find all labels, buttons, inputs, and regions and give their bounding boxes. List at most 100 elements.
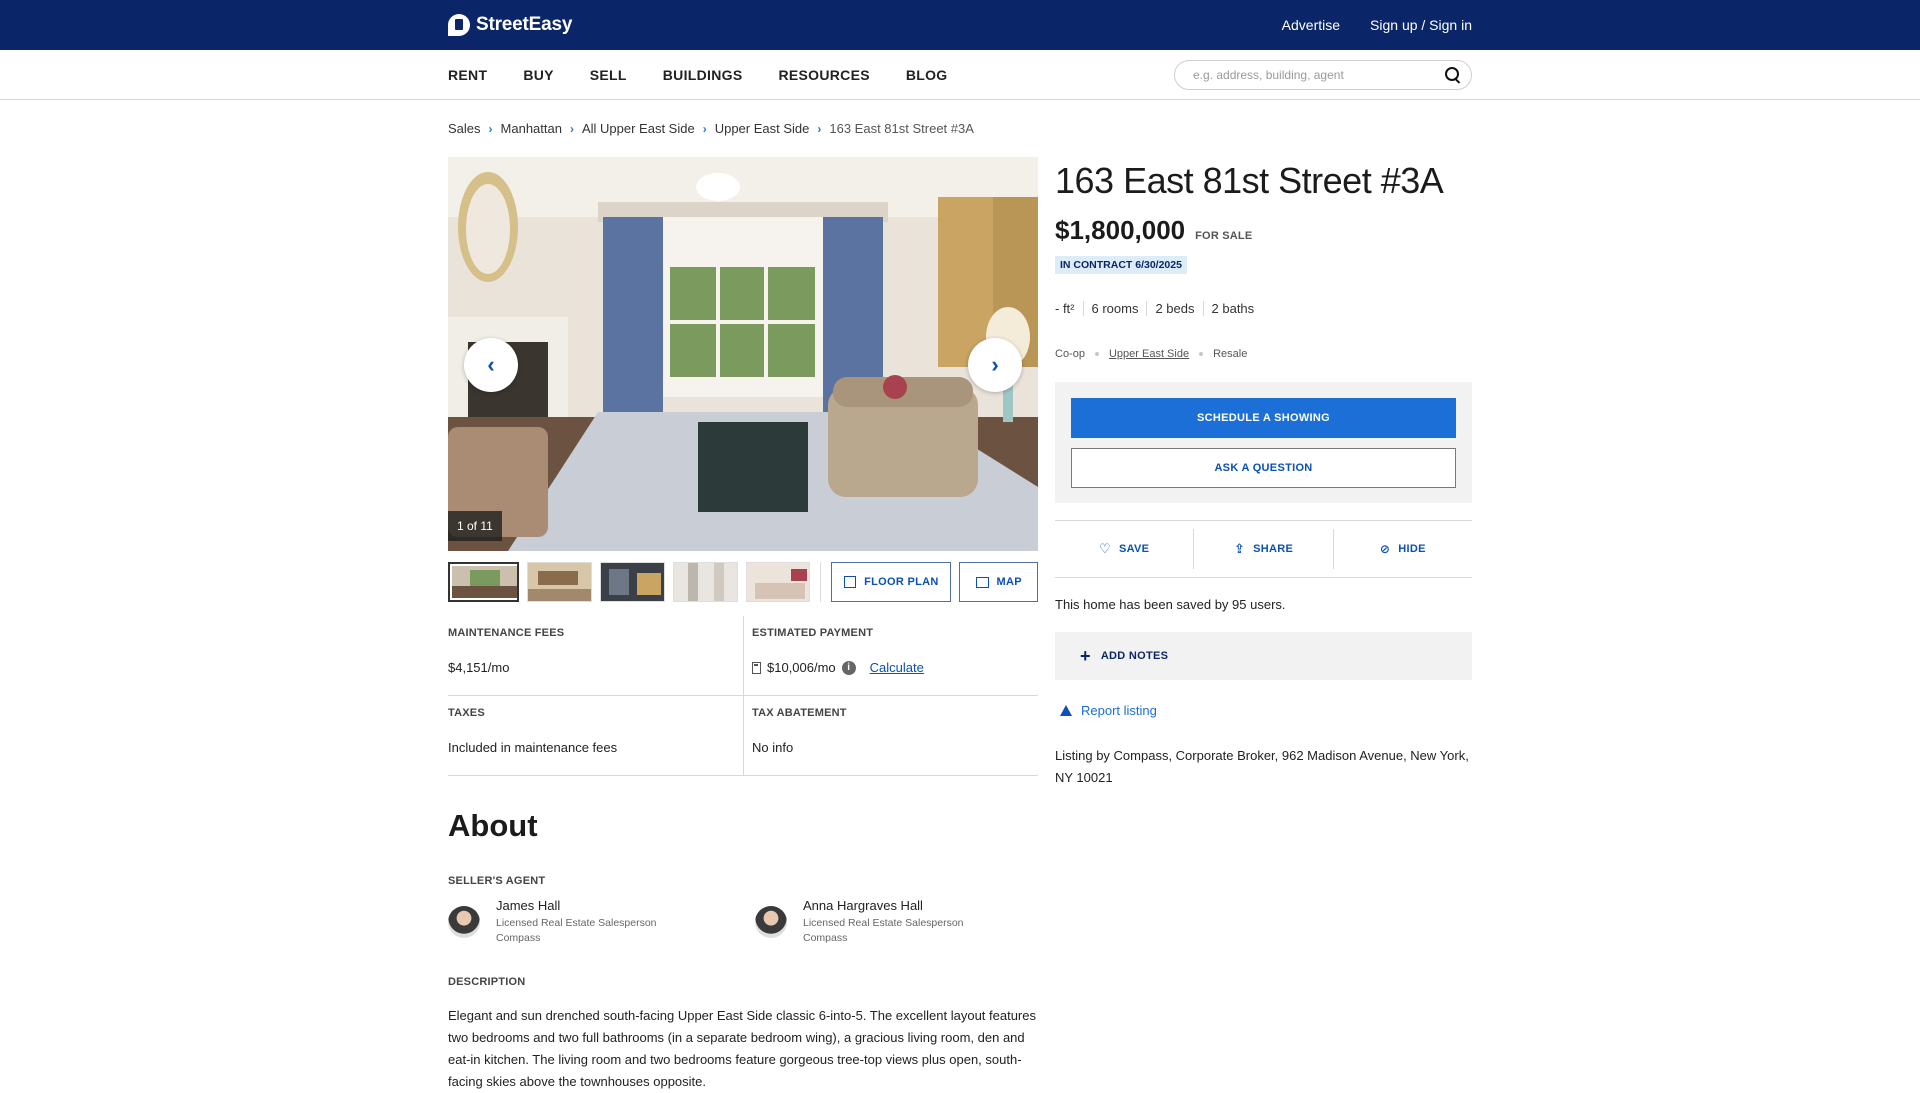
neighborhood-link[interactable]: Upper East Side xyxy=(1109,348,1189,360)
search-input[interactable] xyxy=(1193,68,1423,82)
hide-label: HIDE xyxy=(1398,543,1426,555)
add-notes-button[interactable]: + ADD NOTES xyxy=(1055,632,1472,680)
breadcrumb-current: 163 East 81st Street #3A xyxy=(829,121,974,136)
separator-dot xyxy=(1094,352,1099,356)
save-button[interactable]: ♡ SAVE xyxy=(1055,521,1193,577)
avatar xyxy=(448,906,480,938)
heart-icon: ♡ xyxy=(1099,541,1111,556)
listing-specs: - ft² 6 rooms 2 beds 2 baths xyxy=(1055,301,1472,316)
floor-plan-button[interactable]: FLOOR PLAN xyxy=(831,562,952,602)
sellers-agent-label: SELLER'S AGENT xyxy=(448,875,546,887)
taxes-value: Included in maintenance fees xyxy=(448,740,618,755)
estimated-payment-label: ESTIMATED PAYMENT xyxy=(752,627,874,639)
nav-blog[interactable]: BLOG xyxy=(906,67,948,83)
report-listing-link[interactable]: Report listing xyxy=(1055,703,1472,718)
status-badge: IN CONTRACT 6/30/2025 xyxy=(1055,256,1187,274)
description-label: DESCRIPTION xyxy=(448,976,526,988)
tax-abatement-value: No info xyxy=(752,740,794,755)
separator-dot xyxy=(1199,352,1204,356)
chevron-left-icon: ‹ xyxy=(487,352,495,377)
previous-photo-button[interactable]: ‹ xyxy=(464,338,518,392)
hide-button[interactable]: ⊘ HIDE xyxy=(1332,529,1472,569)
advertise-link[interactable]: Advertise xyxy=(1282,17,1340,33)
price-row: $1,800,000 FOR SALE xyxy=(1055,215,1472,246)
thumbnail-image xyxy=(673,563,737,601)
breadcrumb-ues[interactable]: Upper East Side xyxy=(715,121,810,136)
sqft: - ft² xyxy=(1055,301,1075,316)
listing-actions: ♡ SAVE ⇪ SHARE ⊘ HIDE xyxy=(1055,520,1472,578)
agent-name[interactable]: James Hall xyxy=(496,898,657,913)
thumbnail[interactable] xyxy=(745,562,811,602)
thumbnail[interactable] xyxy=(672,562,738,602)
breadcrumb: Sales › Manhattan › All Upper East Side … xyxy=(448,121,974,136)
chevron-right-icon: › xyxy=(569,121,574,136)
report-listing-label: Report listing xyxy=(1081,703,1157,718)
agent-role: Licensed Real Estate Salesperson xyxy=(803,917,964,929)
schedule-showing-button[interactable]: SCHEDULE A SHOWING xyxy=(1071,398,1456,438)
agent-role: Licensed Real Estate Salesperson xyxy=(496,917,657,929)
about-heading: About xyxy=(448,808,538,843)
calculator-icon xyxy=(752,661,761,674)
photo-gallery[interactable]: ‹ › 1 of 11 xyxy=(448,157,1038,551)
nav-rent[interactable]: RENT xyxy=(448,67,487,83)
agent-company: Compass xyxy=(803,932,848,944)
thumbnail[interactable] xyxy=(448,562,519,602)
next-photo-button[interactable]: › xyxy=(968,338,1022,392)
breadcrumb-sales[interactable]: Sales xyxy=(448,121,481,136)
avatar xyxy=(755,906,787,938)
sign-in-link[interactable]: Sign up / Sign in xyxy=(1370,17,1472,33)
baths: 2 baths xyxy=(1202,301,1263,316)
nav-sell[interactable]: SELL xyxy=(590,67,627,83)
estimated-payment-value: $10,006/mo xyxy=(767,660,836,675)
listing-price: $1,800,000 xyxy=(1055,215,1186,245)
agent-card[interactable]: Anna Hargraves Hall Licensed Real Estate… xyxy=(755,898,964,946)
add-notes-label: ADD NOTES xyxy=(1100,650,1169,662)
contract-row: IN CONTRACT 6/30/2025 xyxy=(1055,255,1472,274)
thumbnail-image xyxy=(746,563,810,601)
hide-icon: ⊘ xyxy=(1379,542,1391,556)
streeteasy-logo-icon xyxy=(448,14,470,36)
info-icon[interactable]: i xyxy=(841,660,856,675)
breadcrumb-manhattan[interactable]: Manhattan xyxy=(501,121,562,136)
thumbnail-strip: FLOOR PLAN MAP xyxy=(448,562,1038,602)
nav-buildings[interactable]: BUILDINGS xyxy=(663,67,743,83)
agent-name[interactable]: Anna Hargraves Hall xyxy=(803,898,964,913)
maintenance-fees-value: $4,151/mo xyxy=(448,660,510,675)
floor-plan-label: FLOOR PLAN xyxy=(864,576,939,588)
photo-counter: 1 of 11 xyxy=(448,511,502,541)
sale-status: FOR SALE xyxy=(1195,230,1253,242)
nav-buy[interactable]: BUY xyxy=(523,67,553,83)
thumbnail-image xyxy=(527,563,591,601)
living-room-photo xyxy=(448,157,1038,551)
thumbnail[interactable] xyxy=(526,562,592,602)
saved-count-text: This home has been saved by 95 users. xyxy=(1055,597,1286,612)
warning-icon xyxy=(1060,705,1072,716)
nav-resources[interactable]: RESOURCES xyxy=(778,67,869,83)
share-button[interactable]: ⇪ SHARE xyxy=(1193,529,1332,569)
rooms: 6 rooms xyxy=(1082,301,1147,316)
streeteasy-logo[interactable]: StreetEasy xyxy=(448,14,572,36)
search-icon[interactable] xyxy=(1445,67,1461,83)
floor-plan-icon xyxy=(844,576,857,588)
chevron-right-icon: › xyxy=(817,121,822,136)
share-icon: ⇪ xyxy=(1233,541,1246,556)
breadcrumb-all-ues[interactable]: All Upper East Side xyxy=(582,121,695,136)
share-label: SHARE xyxy=(1253,543,1294,555)
broker-info: Listing by Compass, Corporate Broker, 96… xyxy=(1055,748,1469,785)
thumbnail[interactable] xyxy=(599,562,665,602)
listing-address: 163 East 81st Street #3A xyxy=(1055,160,1444,201)
sale-type: Resale xyxy=(1213,348,1248,360)
beds: 2 beds xyxy=(1146,301,1202,316)
plus-icon: + xyxy=(1080,645,1091,666)
agent-card[interactable]: James Hall Licensed Real Estate Salesper… xyxy=(448,898,657,946)
agent-company: Compass xyxy=(496,932,541,944)
top-header: StreetEasy Advertise Sign up / Sign in xyxy=(0,0,1920,50)
ask-question-button[interactable]: ASK A QUESTION xyxy=(1071,448,1456,488)
listing-tags: Co-op Upper East Side Resale xyxy=(1055,348,1472,360)
divider xyxy=(820,562,822,602)
map-button[interactable]: MAP xyxy=(959,562,1038,602)
map-icon xyxy=(975,576,989,588)
property-type: Co-op xyxy=(1055,348,1085,360)
calculate-link[interactable]: Calculate xyxy=(870,660,924,675)
brand-name: StreetEasy xyxy=(476,14,573,35)
